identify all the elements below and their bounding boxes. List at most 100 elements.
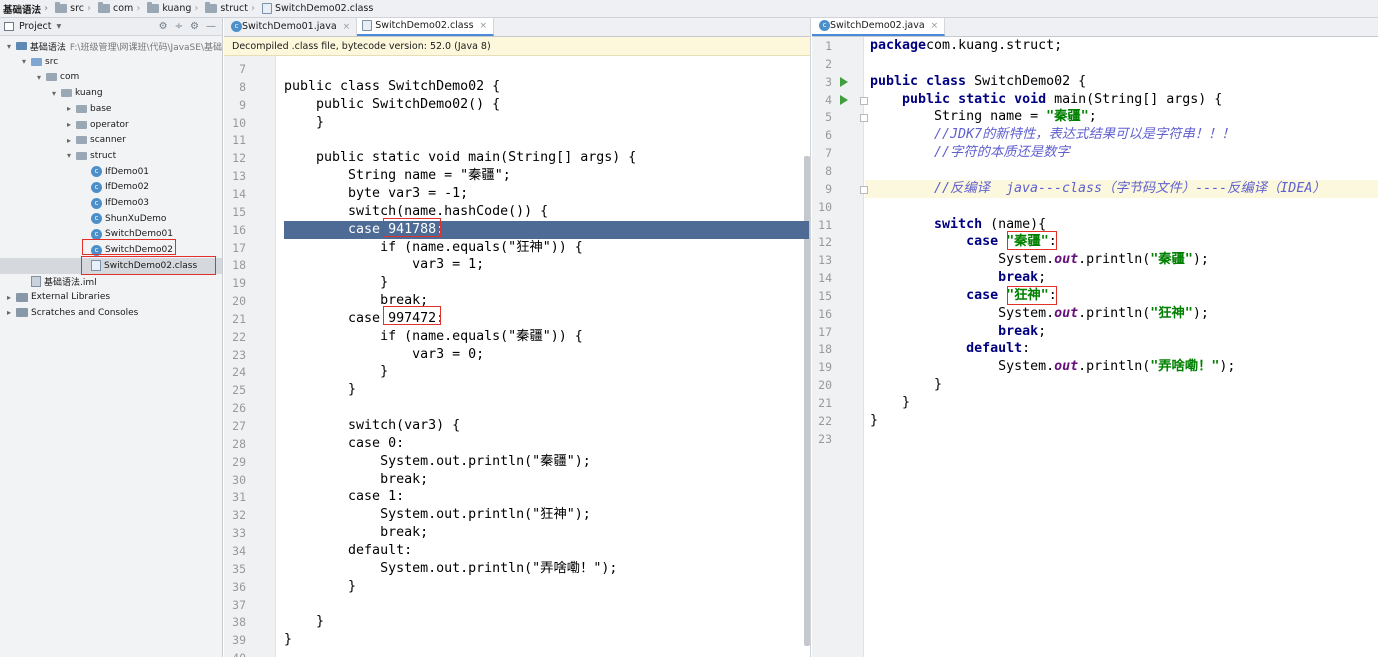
fold-toggle-icon[interactable] [860, 185, 868, 194]
code-token: out [1054, 305, 1079, 321]
tree-item-label: scanner [90, 135, 126, 146]
tree-item[interactable]: c IfDemo01 [0, 164, 222, 180]
tree-item[interactable]: c SwitchDemo01 [0, 226, 222, 242]
breadcrumb-label: kuang [162, 3, 192, 14]
dropdown-arrow-icon[interactable]: ▾ [57, 21, 62, 32]
project-view-selector[interactable]: Project [19, 21, 52, 32]
collapse-arrow-icon[interactable]: ▸ [64, 136, 74, 145]
breadcrumb-label: src [70, 3, 85, 14]
tree-item[interactable]: ▾ 基础语法 F:\班级管理\网课班\代码\JavaSE\基础 [0, 38, 222, 54]
fold-toggle-icon[interactable] [860, 96, 868, 105]
code-token: //字符的本质还是数字 [870, 145, 1070, 161]
line-number: 36 [232, 579, 246, 594]
tree-item[interactable]: c SwitchDemo02 [0, 242, 222, 258]
line-number: 35 [232, 561, 246, 576]
breadcrumb-item[interactable]: SwitchDemo02.class [259, 0, 377, 17]
tree-item[interactable]: 基础语法.iml [0, 274, 222, 290]
panel-options-icon[interactable]: ⚙ [190, 21, 199, 32]
breadcrumb-label: SwitchDemo02.class [274, 3, 374, 14]
code-line: System.out.println("弄啥嘞！"); [870, 358, 1235, 376]
close-tab-icon[interactable]: × [480, 21, 488, 31]
tree-item[interactable]: ▸ Scratches and Consoles [0, 305, 222, 321]
decompiled-notice-banner: Decompiled .class file, bytecode version… [224, 37, 810, 56]
line-number: 4 [825, 92, 832, 107]
collapse-arrow-icon[interactable]: ▸ [4, 293, 14, 302]
breadcrumb-separator-icon: › [87, 3, 92, 14]
collapse-arrow-icon[interactable]: ▸ [64, 120, 74, 129]
java-class-icon: c [91, 166, 102, 178]
code-token: ; [1088, 109, 1097, 125]
tree-item[interactable]: SwitchDemo02.class [0, 257, 222, 274]
expand-arrow-icon[interactable]: ▾ [4, 42, 14, 51]
run-arrow-icon[interactable] [840, 76, 848, 87]
navigation-breadcrumb: 基础语法 › src › com › kuang › struct › SwitchDemo02.c… [0, 0, 1378, 18]
tree-item[interactable]: c ShunXuDemo [0, 211, 222, 227]
tree-item-label: Scratches and Consoles [31, 307, 139, 318]
code-token: ); [1192, 305, 1209, 321]
code-line: if (name.equals("狂神")) { [284, 239, 583, 255]
java-class-icon: c [91, 197, 102, 209]
right-code-area[interactable]: 1 packagecom.kuang.struct; 2 3 public class … [812, 37, 1378, 657]
tree-item[interactable]: ▸ operator [0, 117, 222, 133]
tree-item[interactable]: ▸ scanner [0, 132, 222, 148]
editor-tab[interactable]: c SwitchDemo02.java × [812, 18, 946, 36]
tree-item[interactable]: ▾ src [0, 54, 222, 70]
code-token: "秦疆" [1150, 252, 1193, 268]
line-number: 37 [232, 597, 246, 612]
code-line: String name = "秦疆"; [870, 108, 1097, 126]
breadcrumb-item[interactable]: 基础语法 › [0, 0, 52, 17]
tree-item[interactable]: c IfDemo03 [0, 195, 222, 211]
tree-item-label: ShunXuDemo [105, 213, 167, 224]
line-number: 39 [232, 633, 246, 648]
code-token: break [998, 323, 1039, 339]
close-tab-icon[interactable]: × [343, 22, 351, 32]
collapse-arrow-icon[interactable]: ▸ [4, 308, 14, 317]
code-line: String name = "秦疆"; [284, 168, 511, 184]
breadcrumb-item[interactable]: com › [95, 0, 144, 17]
module-folder-icon [15, 42, 27, 50]
expand-arrow-icon[interactable]: ▾ [64, 151, 74, 160]
left-code-area[interactable]: 7 8 public class SwitchDemo02 {9 public Sw… [224, 56, 810, 657]
line-number: 18 [232, 258, 246, 273]
code-token: //反编译 java---class（字节码文件）----反编译（IDEA） [870, 180, 1326, 196]
code-line: public SwitchDemo02() { [284, 96, 501, 112]
line-number: 1 [825, 39, 832, 53]
line-number: 12 [818, 235, 832, 250]
hide-panel-icon[interactable]: — [206, 21, 216, 32]
tree-item[interactable]: ▸ base [0, 101, 222, 117]
expand-arrow-icon[interactable]: ▾ [49, 89, 59, 98]
tree-item[interactable]: ▸ External Libraries [0, 289, 222, 305]
code-line: } [284, 632, 293, 648]
close-tab-icon[interactable]: × [931, 21, 939, 31]
breadcrumb-separator-icon: › [136, 3, 141, 14]
breadcrumb-item[interactable]: kuang › [144, 0, 202, 17]
tree-item[interactable]: c IfDemo02 [0, 179, 222, 195]
line-number: 17 [818, 324, 832, 339]
code-line: break; [870, 323, 1046, 341]
editor-tab[interactable]: c SwitchDemo01.java × [224, 18, 358, 36]
collapse-all-icon[interactable]: ÷ [175, 21, 183, 32]
decompiled-class-editor[interactable]: c SwitchDemo01.java × SwitchDemo02.class × D… [224, 18, 811, 657]
breadcrumb-label: com [113, 3, 134, 14]
code-line: case 0: [284, 435, 405, 451]
tree-item[interactable]: ▾ struct [0, 148, 222, 164]
tree-item[interactable]: ▾ kuang [0, 85, 222, 101]
tree-item-label: base [90, 103, 112, 114]
code-token: : [1048, 234, 1057, 250]
project-tree: ▾ 基础语法 F:\班级管理\网课班\代码\JavaSE\基础 ▾ src ▾ com ▾ ku… [0, 37, 222, 657]
editor-tab[interactable]: SwitchDemo02.class × [357, 18, 495, 36]
code-token: : [1048, 287, 1057, 303]
breadcrumb-item[interactable]: struct › [202, 0, 259, 17]
collapse-arrow-icon[interactable]: ▸ [64, 104, 74, 113]
settings-gear-icon[interactable]: ⚙ [159, 21, 168, 32]
run-arrow-icon[interactable] [840, 94, 848, 105]
breadcrumb-item[interactable]: src › [52, 0, 95, 17]
expand-arrow-icon[interactable]: ▾ [19, 57, 29, 66]
java-source-editor[interactable]: c SwitchDemo02.java × 1 packagecom.kuang.st… [812, 18, 1378, 657]
source-folder-icon [31, 57, 42, 66]
expand-arrow-icon[interactable]: ▾ [34, 73, 44, 82]
package-folder-icon [76, 120, 87, 129]
tree-item[interactable]: ▾ com [0, 69, 222, 85]
line-number: 31 [232, 490, 246, 505]
fold-toggle-icon[interactable] [860, 114, 868, 123]
